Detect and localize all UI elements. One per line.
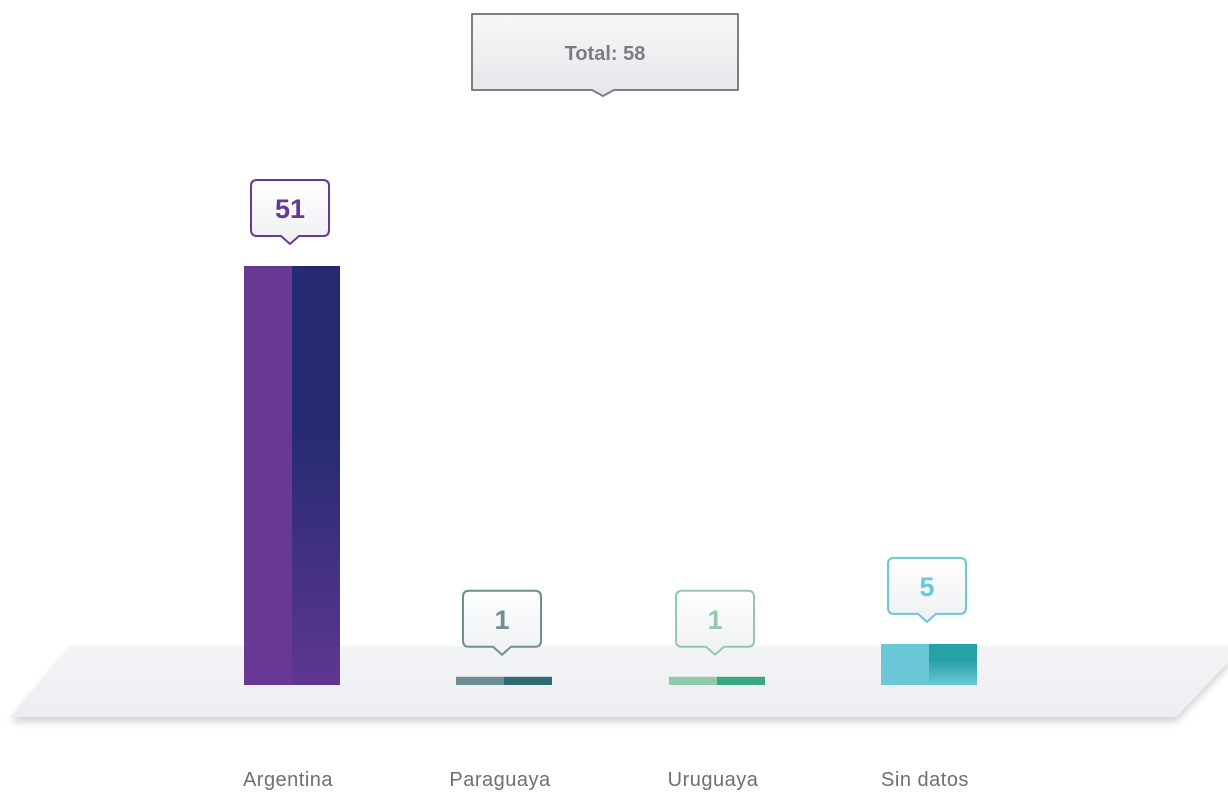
bars-group xyxy=(244,266,977,685)
category-labels-group: Argentina Paraguaya Uruguaya Sin datos xyxy=(243,769,969,791)
value-callout: 1 xyxy=(462,589,542,656)
bar-sin-datos xyxy=(881,643,977,685)
bar-right-face xyxy=(717,676,765,685)
bar-paraguaya xyxy=(456,676,552,685)
value-label: 5 xyxy=(919,572,934,602)
category-label: Paraguaya xyxy=(449,769,551,791)
value-callout: 5 xyxy=(887,556,967,623)
value-callout: 1 xyxy=(675,589,755,656)
bar-right-face xyxy=(504,676,552,685)
bar-left-face xyxy=(881,643,929,685)
total-label: Total: 58 xyxy=(565,43,646,65)
bar-left-face xyxy=(244,266,292,685)
bar-uruguaya xyxy=(669,676,765,685)
bar-right-face xyxy=(929,643,977,685)
category-label: Sin datos xyxy=(881,769,969,791)
total-tooltip: Total: 58 xyxy=(471,13,739,97)
chart-stage: Total: 58 51 1 1 5 Argentina Paraguaya Urugua… xyxy=(0,0,1228,792)
value-callout: 51 xyxy=(250,179,330,245)
value-label: 1 xyxy=(707,605,722,635)
floor-platform xyxy=(10,646,1228,717)
value-label: 1 xyxy=(494,605,509,635)
bar-chart: Total: 58 51 1 1 5 Argentina Paraguaya Urugua… xyxy=(10,13,1228,791)
value-label: 51 xyxy=(275,194,305,224)
value-callouts-group: 51 1 1 5 xyxy=(250,179,967,656)
bar-argentina xyxy=(244,266,340,685)
bar-right-face xyxy=(292,266,340,685)
category-label: Argentina xyxy=(243,769,333,791)
category-label: Uruguaya xyxy=(668,769,759,791)
bar-left-face xyxy=(456,676,504,685)
bar-left-face xyxy=(669,676,717,685)
